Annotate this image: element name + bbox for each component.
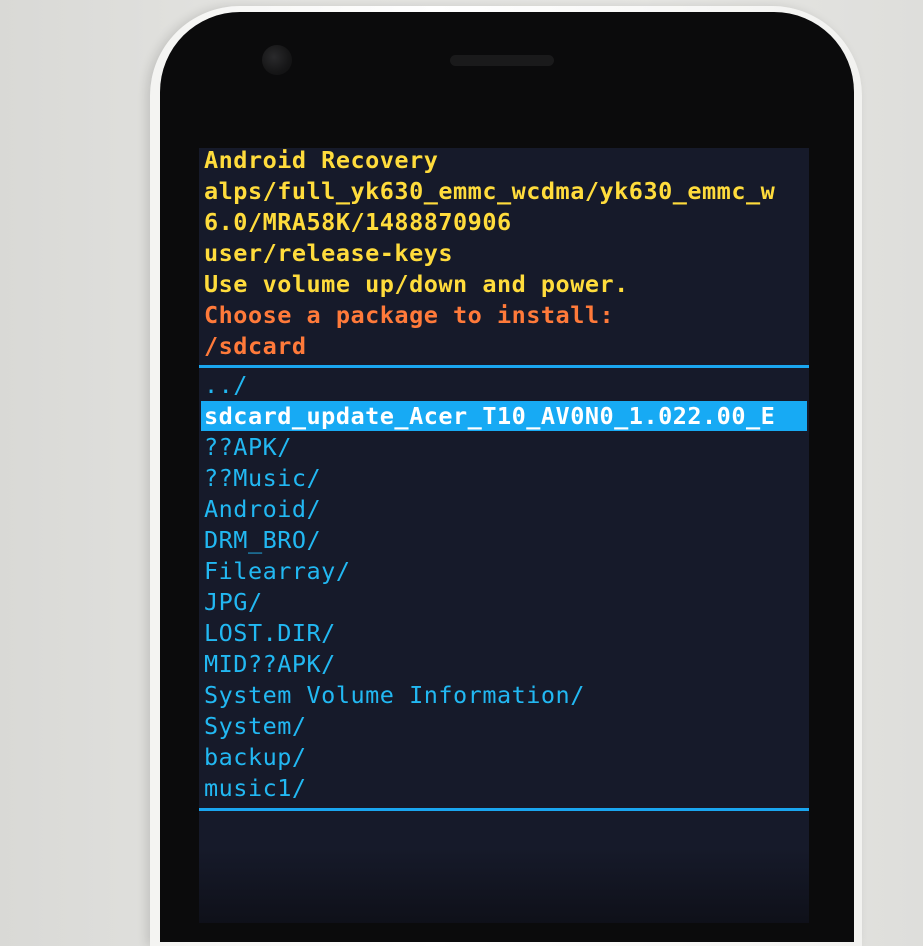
build-fingerprint-line-3: user/release-keys [204, 239, 454, 267]
file-list-item[interactable]: ??APK/ [204, 432, 292, 463]
file-list-item[interactable]: System/ [204, 711, 307, 742]
recovery-screen: Android Recovery alps/full_yk630_emmc_wc… [199, 148, 809, 923]
front-camera-icon [262, 45, 292, 75]
current-path: /sdcard [204, 332, 307, 360]
file-list-item[interactable]: ??Music/ [204, 463, 321, 494]
list-top-divider [199, 365, 809, 368]
file-list-item[interactable]: LOST.DIR/ [204, 618, 336, 649]
file-list-item[interactable]: music1/ [204, 773, 307, 804]
navigation-instructions: Use volume up/down and power. [204, 270, 629, 298]
file-list-item[interactable]: backup/ [204, 742, 307, 773]
install-prompt: Choose a package to install: [204, 301, 615, 329]
build-fingerprint-line-2: 6.0/MRA58K/1488870906 [204, 208, 512, 236]
file-list-item[interactable]: JPG/ [204, 587, 263, 618]
list-bottom-divider [199, 808, 809, 811]
file-list-item-selected[interactable]: sdcard_update_Acer_T10_AV0N0_1.022.00_E [204, 401, 775, 432]
screen-bottom-shade [199, 848, 809, 923]
file-list-item[interactable]: ../ [204, 370, 248, 401]
file-list-item[interactable]: System Volume Information/ [204, 680, 585, 711]
recovery-title: Android Recovery [204, 148, 439, 174]
file-list-item[interactable]: Android/ [204, 494, 321, 525]
file-list-item[interactable]: Filearray/ [204, 556, 350, 587]
earpiece-speaker [450, 55, 554, 66]
file-list-item[interactable]: DRM_BRO/ [204, 525, 321, 556]
file-list-item[interactable]: MID??APK/ [204, 649, 336, 680]
build-fingerprint-line-1: alps/full_yk630_emmc_wcdma/yk630_emmc_w [204, 177, 776, 205]
